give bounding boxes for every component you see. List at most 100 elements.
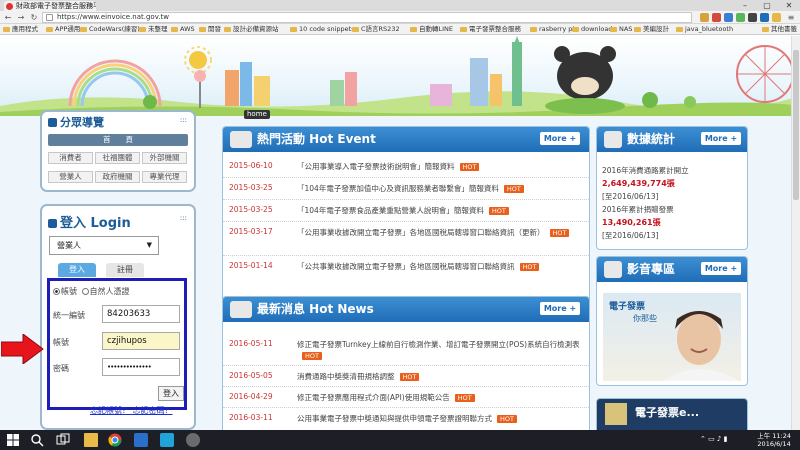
- consumer-button[interactable]: 消費者: [48, 152, 93, 164]
- hot-event-header: 熱門活動 Hot Event More +: [223, 127, 589, 152]
- menu-icon[interactable]: ≡: [786, 12, 796, 23]
- list-item[interactable]: 2016-04-29 修正電子發票應用程式介面(API)使用規範公告 HOT: [223, 389, 589, 408]
- video-teaser[interactable]: 電子發票e...: [596, 398, 748, 430]
- app-icon[interactable]: [134, 433, 148, 447]
- statistics-panel: 數據統計 More + 2016年消費通路累計開立 2,649,439,774張…: [596, 126, 748, 250]
- extension-icon[interactable]: [760, 13, 769, 22]
- bookmark-item[interactable]: 其他書籤: [762, 24, 797, 34]
- browser-tab[interactable]: 財政部電子發票整合服務平台 ×: [4, 1, 96, 11]
- bookmark-item[interactable]: 設計必備資源站: [224, 24, 279, 34]
- government-button[interactable]: 政府機關: [95, 171, 140, 183]
- windows-start-icon[interactable]: [6, 433, 20, 447]
- clock-date: 2016/6/14: [757, 440, 791, 448]
- list-item[interactable]: 2015-03-17 「公用事業收據改開立電子發票」各地區國稅局轄導窗口聯絡資訊…: [223, 224, 589, 256]
- external-agency-button[interactable]: 外部機關: [142, 152, 187, 164]
- back-arrow-icon[interactable]: ←: [3, 12, 13, 23]
- tab-close-icon[interactable]: ×: [88, 1, 94, 11]
- reload-icon[interactable]: ↻: [29, 12, 39, 23]
- agent-button[interactable]: 專業代理: [142, 171, 187, 183]
- password-field[interactable]: ••••••••••••••: [102, 358, 180, 376]
- bookmark-item[interactable]: 10 code snippets: [290, 24, 355, 34]
- bookmark-item[interactable]: AWS: [171, 24, 195, 34]
- list-item[interactable]: 2015-06-10 「公用事業導入電子發票技術說明會」簡報資料 HOT: [223, 158, 589, 178]
- page-viewport: home 分眾導覽 ::: 首 頁 消費者 社福團體 外部機關 營業人 政府機關…: [0, 36, 800, 430]
- breadcrumb-home[interactable]: home: [244, 110, 270, 119]
- video-teaser-title: 電子發票e...: [635, 406, 699, 419]
- charity-button[interactable]: 社福團體: [95, 152, 140, 164]
- bookmarks-bar: 應用程式 APP通用 CodeWars(練習) 未整理 AWS 開發 設計必備資…: [0, 24, 800, 35]
- list-item[interactable]: 2015-03-25 「104年電子發票加值中心及資訊服務業者聯繫會」簡報資料 H…: [223, 180, 589, 200]
- taskbar-clock[interactable]: 上午 11:24 2016/6/14: [757, 432, 791, 448]
- bookmark-item[interactable]: 未整理: [139, 24, 168, 34]
- extension-icon[interactable]: [772, 13, 781, 22]
- video-more-button[interactable]: More +: [701, 262, 741, 275]
- stat-label: 2016年消費通路累計開立: [602, 166, 689, 175]
- address-bar[interactable]: https://www.einvoice.nat.gov.tw: [42, 12, 692, 23]
- star-icon[interactable]: [700, 13, 709, 22]
- bookmark-item[interactable]: java_bluetooth: [676, 24, 733, 34]
- tab-register[interactable]: 註冊: [106, 263, 144, 277]
- user-type-select[interactable]: 營業人 ▼: [49, 236, 159, 255]
- item-title: 「公共事業收據改開立電子發票」各地區國稅局轄導窗口聯絡資訊 HOT: [297, 261, 587, 272]
- bookmark-item[interactable]: APP通用: [46, 24, 80, 34]
- extension-icon[interactable]: [736, 13, 745, 22]
- list-item[interactable]: 2016-05-05 消費通路中獎獎清冊規格調整 HOT: [223, 368, 589, 387]
- file-explorer-icon[interactable]: [84, 433, 98, 447]
- hot-event-more-button[interactable]: More +: [540, 132, 580, 145]
- forgot-link[interactable]: 忘記帳號？ 忘記密碼？: [90, 405, 173, 416]
- extension-icon[interactable]: [712, 13, 721, 22]
- account-field[interactable]: czjihupos: [102, 332, 180, 350]
- bookmark-item[interactable]: download: [572, 24, 612, 34]
- hot-news-more-button[interactable]: More +: [540, 302, 580, 315]
- extension-icon[interactable]: [748, 13, 757, 22]
- app-icon[interactable]: [160, 433, 174, 447]
- red-arrow-icon: [1, 334, 44, 364]
- item-date: 2015-03-17: [229, 227, 273, 236]
- scrollbar-thumb[interactable]: [793, 50, 799, 200]
- close-window-button[interactable]: ✕: [778, 0, 800, 11]
- bookmark-item[interactable]: 應用程式: [3, 24, 38, 34]
- bookmark-item[interactable]: 電子發票整合服務: [460, 24, 521, 34]
- login-button[interactable]: 登入: [158, 386, 184, 401]
- login-title: 登入 Login: [48, 212, 131, 231]
- hot-news-panel: 最新消息 Hot News More + 2016-05-11 修正電子發票Tu…: [222, 296, 590, 430]
- item-date: 2016-03-11: [229, 413, 273, 422]
- task-view-icon[interactable]: [56, 433, 70, 447]
- tab-login[interactable]: 登入: [58, 263, 96, 277]
- tax-id-field[interactable]: 84203633: [102, 305, 180, 323]
- certificate-radio[interactable]: [81, 288, 89, 295]
- statistics-more-button[interactable]: More +: [701, 132, 741, 145]
- bookmark-item[interactable]: NAS: [610, 24, 632, 34]
- bookmark-item[interactable]: 自動轉LINE: [410, 24, 453, 34]
- list-item[interactable]: 2016-03-11 公用事業電子發票中獎通知與提供申領電子發票證明聯方式 HOT: [223, 410, 589, 429]
- clock-time: 上午 11:24: [757, 432, 791, 440]
- stat-date: [至2016/06/13]: [602, 231, 659, 240]
- bookmark-item[interactable]: C語言RS232: [352, 24, 400, 34]
- banner-illustration: [0, 36, 800, 116]
- page-scrollbar[interactable]: [791, 36, 800, 430]
- minimize-button[interactable]: –: [734, 0, 756, 11]
- url-text: https://www.einvoice.nat.gov.tw: [57, 13, 170, 21]
- panel-menu-icon: :::: [179, 214, 187, 222]
- bookmark-item[interactable]: 開發: [199, 24, 221, 34]
- chrome-icon[interactable]: [108, 433, 122, 447]
- home-button[interactable]: 首 頁: [48, 134, 188, 146]
- bookmark-item[interactable]: CodeWars(練習): [80, 24, 140, 34]
- item-date: 2016-04-29: [229, 392, 273, 401]
- video-thumbnail[interactable]: 電子發票 你那些: [603, 293, 741, 381]
- list-item[interactable]: 2016-05-11 修正電子發票Turnkey上線前自行檢測作業、增訂電子發票…: [223, 336, 589, 366]
- bookmark-item[interactable]: rasberry pi: [530, 24, 574, 34]
- bookmark-item[interactable]: 美編設計: [634, 24, 669, 34]
- newspaper-icon: [230, 301, 252, 318]
- forward-arrow-icon[interactable]: →: [16, 12, 26, 23]
- account-radio[interactable]: [53, 288, 60, 295]
- system-tray-icons[interactable]: ⌃ ▭ ♪ ▮: [700, 435, 740, 445]
- app-icon[interactable]: [186, 433, 200, 447]
- maximize-button[interactable]: ▢: [756, 0, 778, 11]
- search-icon[interactable]: [30, 433, 44, 447]
- business-button[interactable]: 營業人: [48, 171, 93, 183]
- list-item[interactable]: 2015-01-14 「公共事業收據改開立電子發票」各地區國稅局轄導窗口聯絡資訊…: [223, 258, 589, 278]
- extension-icon[interactable]: [724, 13, 733, 22]
- item-date: 2015-01-14: [229, 261, 273, 270]
- list-item[interactable]: 2015-03-25 「104年電子發票食品產業重點營業人說明會」簡報資料 HOT: [223, 202, 589, 222]
